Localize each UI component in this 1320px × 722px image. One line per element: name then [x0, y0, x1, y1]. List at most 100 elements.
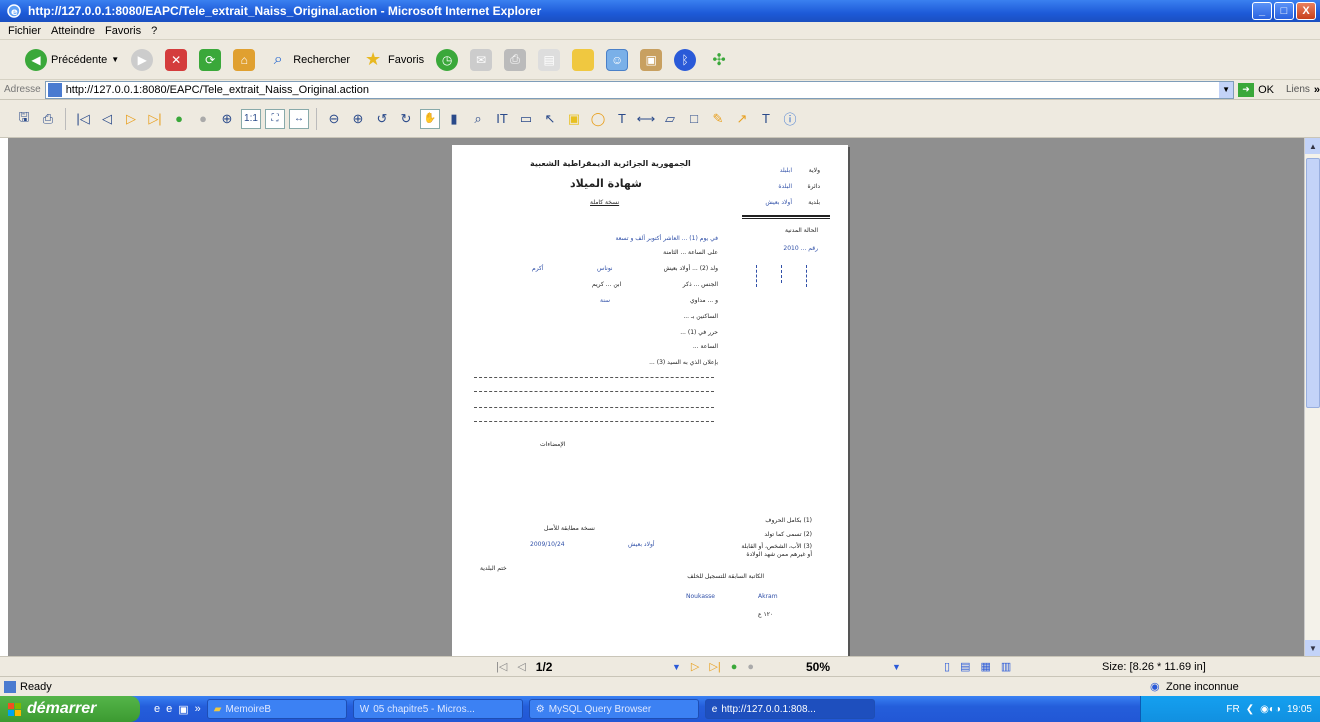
ie2-quicklaunch-icon[interactable]: e — [166, 703, 172, 716]
actual-size-icon[interactable]: 1:1 — [241, 108, 261, 129]
stop-button[interactable]: ✕ — [162, 46, 190, 74]
prev-page-button[interactable]: ◁ — [517, 660, 525, 673]
task-word[interactable]: W 05 chapitre5 - Micros... — [352, 699, 523, 719]
taskbar: démarrer e e ▣ » ▰ MemoireB W 05 chapitr… — [0, 696, 1320, 722]
stamp-icon[interactable]: ◯ — [588, 109, 608, 129]
zoom-plus-icon[interactable]: ⊕ — [348, 109, 368, 129]
tray-arrow-icon[interactable]: ❮ — [1246, 704, 1254, 715]
ie-quicklaunch-icon[interactable]: e — [154, 703, 160, 716]
address-input[interactable]: http://127.0.0.1:8080/EAPC/Tele_extrait_… — [44, 80, 1235, 99]
first-page-icon[interactable]: |◁ — [73, 109, 93, 129]
info-icon[interactable]: ⓘ — [780, 109, 800, 129]
favorites-button[interactable]: ★ Favoris — [359, 46, 427, 74]
scroll-thumb[interactable] — [1306, 158, 1320, 408]
typewriter-icon[interactable]: T — [612, 109, 632, 129]
continuous-icon[interactable]: ▤ — [960, 660, 970, 673]
zoom-in-icon[interactable]: ⊕ — [217, 109, 237, 129]
last-page-icon[interactable]: ▷| — [145, 109, 165, 129]
divider — [742, 215, 830, 217]
mail-button[interactable]: ✉ — [467, 46, 495, 74]
zone-label: Zone inconnue — [1166, 680, 1239, 693]
single-page-icon[interactable]: ▯ — [944, 660, 950, 673]
pointer-icon[interactable]: ↖ — [540, 109, 560, 129]
forward-button[interactable]: ▶ — [128, 46, 156, 74]
facing-icon[interactable]: ▦ — [980, 660, 990, 673]
home-button[interactable]: ⌂ — [230, 46, 258, 74]
language-indicator[interactable]: FR — [1226, 704, 1239, 715]
fit-page-icon[interactable]: ⛶ — [265, 108, 285, 129]
next-page-icon[interactable]: ▷ — [121, 109, 141, 129]
zoom-level[interactable]: 50% — [806, 660, 830, 674]
scroll-down-icon[interactable]: ▼ — [1305, 640, 1320, 656]
page-dropdown-icon[interactable]: ▼ — [672, 662, 681, 672]
last-page-button[interactable]: ▷| — [709, 660, 720, 673]
rotate-right-icon[interactable]: ↻ — [396, 109, 416, 129]
network-button[interactable]: ✣ — [705, 46, 733, 74]
arrow-tool-icon[interactable]: ↗ — [732, 109, 752, 129]
links-chevron-icon[interactable]: » — [1314, 84, 1320, 96]
maximize-button[interactable]: □ — [1274, 2, 1294, 20]
save-icon[interactable]: 🖫 — [14, 109, 34, 129]
refresh-button[interactable]: ⟳ — [196, 46, 224, 74]
edit-button[interactable]: ▤ — [535, 46, 563, 74]
two-up-icon[interactable]: ▥ — [1001, 660, 1011, 673]
messenger-button[interactable]: ☺ — [603, 46, 631, 74]
zoom-out-icon[interactable]: ⊖ — [324, 109, 344, 129]
snapshot-icon[interactable]: ▭ — [516, 109, 536, 129]
page-counter[interactable]: 1/2 — [536, 660, 553, 674]
rectangle-icon[interactable]: □ — [684, 109, 704, 129]
search-button[interactable]: ⌕ Rechercher — [264, 46, 353, 74]
menu-item-atteindre[interactable]: Atteindre — [51, 25, 95, 37]
links-label[interactable]: Liens — [1286, 84, 1310, 95]
address-dropdown-icon[interactable]: ▼ — [1219, 81, 1234, 98]
close-button[interactable]: X — [1296, 2, 1316, 20]
print-button[interactable]: ⎙ — [501, 46, 529, 74]
fit-width-icon[interactable]: ↔ — [289, 108, 309, 129]
start-button[interactable]: démarrer — [0, 696, 140, 722]
menu-item-favoris[interactable]: Favoris — [105, 25, 141, 37]
back-dropdown-icon[interactable]: ▼ — [111, 55, 119, 64]
quicklaunch-more-icon[interactable]: » — [195, 703, 201, 716]
zoom-dropdown-icon[interactable]: ▼ — [892, 662, 901, 672]
go-button[interactable]: ➜ OK — [1238, 82, 1274, 97]
refresh-page-icon[interactable]: ● — [731, 661, 738, 673]
document-viewer[interactable]: ولاية ابلبلد دائرة البلدة بلدية أولاد بع… — [8, 138, 1304, 656]
minimize-button[interactable]: _ — [1252, 2, 1272, 20]
menu-item-help[interactable]: ? — [151, 25, 157, 37]
polygon-icon[interactable]: ▱ — [660, 109, 680, 129]
find-icon[interactable]: ⌕ — [468, 109, 488, 129]
refresh-icon[interactable]: ● — [169, 109, 189, 129]
task-ie[interactable]: e http://127.0.0.1:808... — [704, 699, 875, 719]
back-button[interactable]: ◀ Précédente ▼ — [22, 46, 122, 74]
folder-button[interactable] — [569, 46, 597, 74]
rotate-left-icon[interactable]: ↺ — [372, 109, 392, 129]
first-page-button[interactable]: |◁ — [496, 660, 507, 673]
media-quicklaunch-icon[interactable]: ▣ — [178, 703, 188, 716]
menu-item-fichier[interactable]: Fichier — [8, 25, 41, 37]
hand-tool-icon[interactable]: ✋ — [420, 108, 440, 129]
history-button[interactable]: ◷ — [433, 46, 461, 74]
bluetooth-button[interactable]: ᛒ — [671, 46, 699, 74]
pencil-icon[interactable]: ✎ — [708, 109, 728, 129]
stop-page-icon[interactable]: ● — [747, 661, 754, 673]
search-label: Rechercher — [293, 53, 351, 66]
prev-page-icon[interactable]: ◁ — [97, 109, 117, 129]
text-box-icon[interactable]: T — [756, 109, 776, 129]
certified-date: 2009/10/24 — [530, 541, 565, 548]
folder-icon: ▰ — [213, 703, 222, 715]
line-tool-icon[interactable]: ⟷ — [636, 109, 656, 129]
text-select-icon[interactable]: IT — [492, 109, 512, 129]
research-button[interactable]: ▣ — [637, 46, 665, 74]
tray-icons[interactable]: ◉◐◑ — [1260, 704, 1281, 715]
scroll-up-icon[interactable]: ▲ — [1305, 138, 1320, 154]
margin-mark — [781, 265, 783, 283]
bookmark-icon[interactable]: ▮ — [444, 109, 464, 129]
note-icon[interactable]: ▣ — [564, 109, 584, 129]
next-page-button[interactable]: ▷ — [691, 660, 699, 673]
task-mysql[interactable]: ⚙ MySQL Query Browser — [528, 699, 699, 719]
forward-arrow-icon: ▶ — [131, 48, 154, 71]
stop-icon[interactable]: ● — [193, 109, 213, 129]
task-memoire[interactable]: ▰ MemoireB — [206, 699, 347, 719]
vertical-scrollbar[interactable]: ▲ ▼ — [1304, 138, 1320, 656]
print-icon[interactable]: ⎙ — [38, 109, 58, 129]
